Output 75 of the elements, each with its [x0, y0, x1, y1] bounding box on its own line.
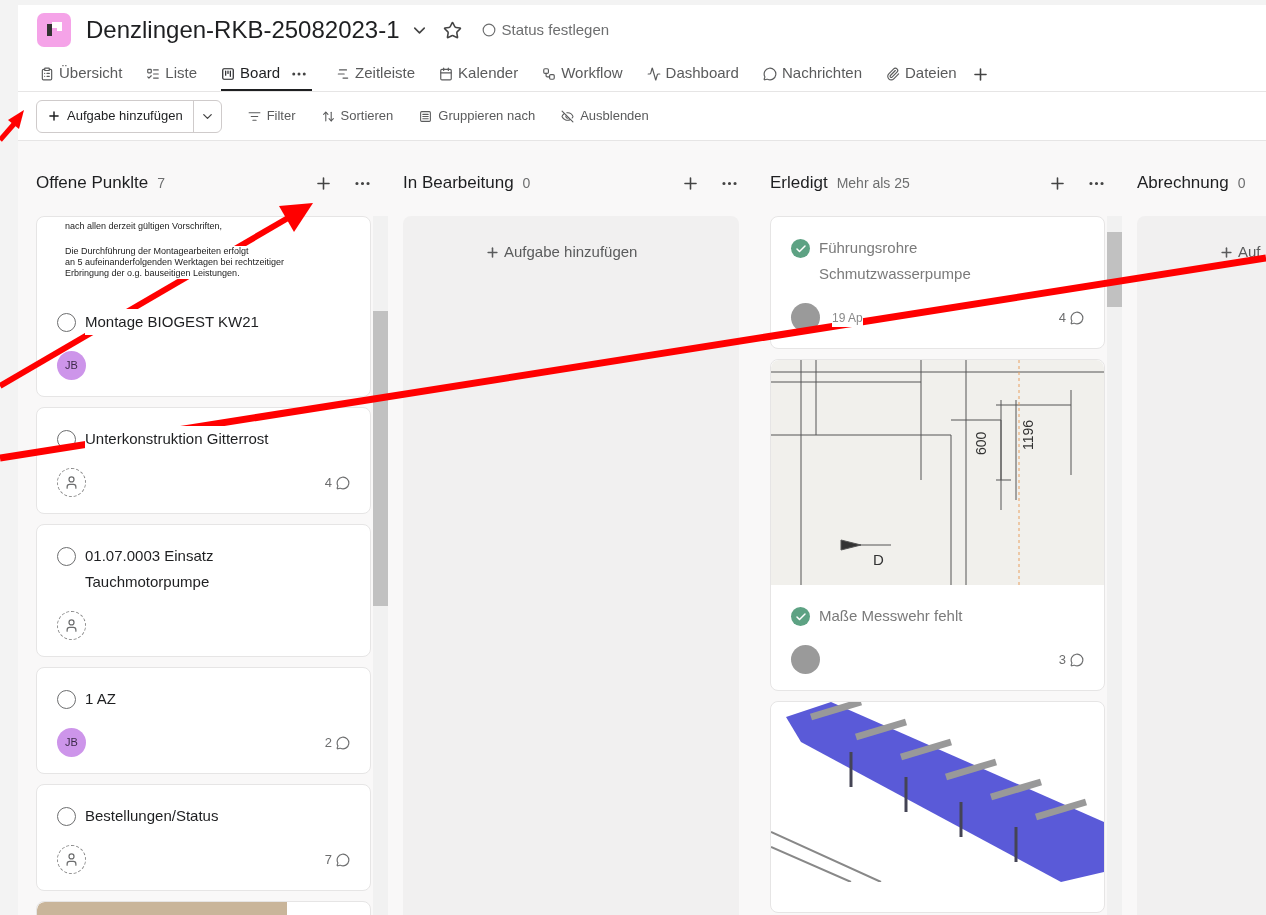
- column-count: Mehr als 25: [836, 173, 910, 193]
- chat-bubble-icon: [762, 66, 777, 81]
- task-card[interactable]: Führungsrohre Schmutzwasserpumpe 19 Ap 4: [770, 216, 1105, 349]
- add-task-button[interactable]: Auf: [1219, 241, 1261, 264]
- toolbar-button[interactable]: Ausblenden: [561, 106, 649, 126]
- plus-icon: [485, 244, 500, 260]
- view-tab[interactable]: Dashboard: [646, 62, 739, 85]
- task-card[interactable]: 01.07.0003 Einsatz Tauchmotorpumpe: [36, 524, 371, 657]
- comment-icon: [336, 475, 350, 490]
- view-tab[interactable]: Liste: [146, 62, 198, 85]
- add-task-button[interactable]: Aufgabe hinzufügen: [37, 100, 193, 132]
- add-task-split-button[interactable]: Aufgabe hinzufügen: [36, 99, 222, 133]
- calendar-icon: [439, 66, 454, 81]
- project-title: Denzlingen-RKB-25082023-1: [86, 15, 400, 45]
- comment-count: 4: [324, 473, 332, 492]
- avatar[interactable]: JB: [57, 728, 86, 757]
- filter-icon: [247, 109, 261, 123]
- comment-count: 7: [324, 850, 332, 869]
- view-tab[interactable]: Zeitleiste: [336, 62, 416, 85]
- scrollbar[interactable]: [1107, 216, 1122, 915]
- comment-icon: [336, 852, 350, 867]
- timeline-icon: [336, 66, 351, 81]
- sort-icon: [321, 109, 335, 123]
- view-tab[interactable]: Workflow: [542, 62, 623, 85]
- task-card[interactable]: [36, 216, 371, 397]
- comment-icon: [336, 735, 350, 750]
- view-tab[interactable]: Nachrichten: [762, 62, 862, 85]
- status-button[interactable]: Status festlegen: [481, 18, 610, 42]
- clipboard-icon: [40, 66, 54, 81]
- board-icon: [221, 66, 236, 81]
- column-title: Abrechnung: [1137, 172, 1229, 195]
- plus-icon: [1219, 244, 1234, 260]
- comment-icon: [1070, 310, 1084, 325]
- comment-count: 2: [324, 733, 332, 752]
- toolbar-button[interactable]: Gruppieren nach: [419, 106, 536, 126]
- task-card[interactable]: 1 AZ JB 2: [36, 667, 371, 774]
- comment-count: 3: [1058, 650, 1066, 669]
- avatar[interactable]: JB: [57, 351, 86, 380]
- view-tab[interactable]: Kalender: [439, 62, 519, 85]
- plus-icon: [47, 109, 61, 123]
- paperclip-icon: [886, 66, 900, 81]
- add-task-button[interactable]: Aufgabe hinzufügen: [485, 241, 638, 264]
- project-logo-icon: [37, 13, 71, 47]
- task-card[interactable]: Unterkonstruktion Gitterrost 4: [36, 407, 371, 514]
- technical-drawing: 600 1196 D: [771, 360, 1104, 585]
- column-count: 0: [522, 173, 531, 193]
- view-tab[interactable]: Board: [221, 62, 281, 85]
- toolbar-button[interactable]: Filter: [247, 106, 296, 126]
- eye-off-icon: [561, 109, 575, 123]
- column-title: In Bearbeitung: [403, 172, 514, 195]
- task-card[interactable]: 600 1196 D Maße Messwehr fehlt 3: [770, 359, 1105, 691]
- comment-icon: [1070, 652, 1084, 667]
- circle-icon: [481, 23, 496, 37]
- list-icon: [146, 66, 161, 81]
- column-count: 7: [157, 173, 165, 193]
- group-icon: [419, 109, 433, 123]
- task-title: Montage BIOGEST KW21: [85, 309, 259, 335]
- view-tab[interactable]: Dateien: [886, 62, 957, 85]
- task-title: Unterkonstruktion Gitterrost: [85, 426, 269, 452]
- column-count: 0: [1237, 173, 1246, 193]
- completed-check-icon[interactable]: [791, 239, 810, 258]
- toolbar-button[interactable]: Sortieren: [321, 106, 394, 126]
- task-card[interactable]: [770, 701, 1105, 913]
- comment-count: 4: [1058, 308, 1066, 327]
- annotation-arrow: [0, 110, 24, 142]
- workflow-icon: [542, 66, 557, 81]
- view-tab[interactable]: Übersicht: [40, 62, 123, 85]
- activity-icon: [646, 66, 661, 81]
- avatar[interactable]: [791, 645, 820, 674]
- scrollbar[interactable]: [373, 216, 388, 915]
- column-title: Offene Punklte: [36, 172, 149, 195]
- task-card[interactable]: Bestellungen/Status 7: [36, 784, 371, 891]
- column-title: Erledigt: [770, 172, 828, 195]
- completed-check-icon[interactable]: [791, 607, 810, 626]
- star-icon[interactable]: [442, 20, 462, 40]
